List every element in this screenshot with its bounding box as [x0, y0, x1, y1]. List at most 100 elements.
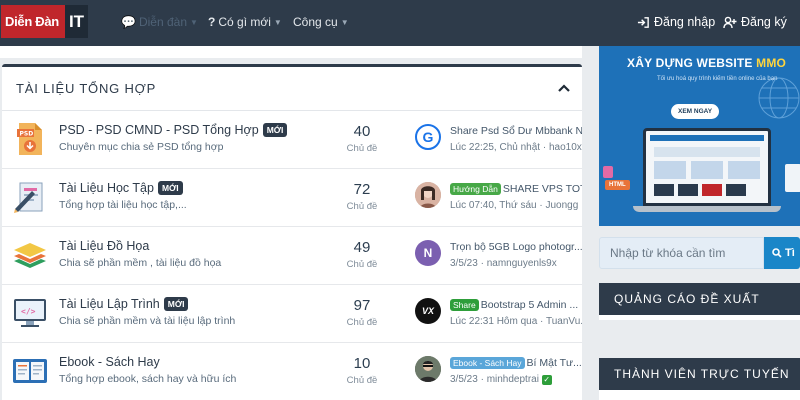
latest-post-meta: 3/5/23 · namnguyenls9x: [450, 258, 557, 269]
login-icon: [637, 16, 649, 28]
html-tag: HTML: [605, 180, 630, 190]
prefix-badge: Hướng Dẫn: [450, 183, 501, 195]
thread-count-value: 49: [353, 239, 371, 256]
chevron-down-icon: ▼: [273, 17, 282, 27]
new-badge: MỚI: [157, 181, 183, 195]
login-link[interactable]: Đăng nhập: [637, 15, 715, 29]
ad-title-main: XÂY DỰNG WEBSITE: [627, 56, 757, 70]
thread-count-label: Chủ đề: [346, 317, 378, 328]
avatar[interactable]: [415, 182, 441, 208]
forum-row[interactable]: PSD PSD - PSD CMND - PSD Tổng Hợp MỚI Ch…: [2, 111, 582, 169]
chevron-up-icon[interactable]: [558, 83, 570, 95]
thread-count-value: 10: [353, 355, 371, 372]
forum-row[interactable]: Tài Liệu Học Tập MỚI Tổng hợp tài liệu h…: [2, 169, 582, 227]
thread-count-value: 72: [353, 181, 371, 198]
svg-text:</>: </>: [21, 307, 36, 316]
register-label: Đăng ký: [741, 15, 787, 29]
logo-text: Diễn Đàn: [1, 5, 65, 38]
forum-row[interactable]: Ebook - Sách Hay Tổng hợp ebook, sách ha…: [2, 343, 582, 400]
latest-post-title[interactable]: Bootstrap 5 Admin ...: [481, 299, 578, 311]
forum-description: Tổng hợp tài liệu học tập,...: [59, 199, 187, 211]
decor-globe-icon: [758, 77, 800, 119]
nav-whats-new[interactable]: ? Có gì mới ▼: [208, 15, 282, 29]
ad-cta-button[interactable]: XEM NGAY: [671, 104, 720, 119]
nav-tools[interactable]: Công cụ ▼: [293, 15, 349, 29]
logo-it: IT: [65, 5, 88, 38]
latest-post-title[interactable]: Bí Mật Tư...: [527, 357, 582, 369]
recommended-ads-title: QUẢNG CÁO ĐỀ XUẤT: [599, 283, 800, 315]
ad-title-accent: MMO: [756, 56, 787, 70]
chevron-down-icon: ▼: [340, 17, 349, 27]
avatar[interactable]: [415, 356, 441, 382]
online-members-title: THÀNH VIÊN TRỰC TUYẾN: [599, 358, 800, 390]
forum-title[interactable]: Tài Liệu Học Tập: [59, 181, 154, 195]
search-input[interactable]: [599, 237, 764, 269]
avatar[interactable]: VX: [415, 298, 441, 324]
user-plus-icon: [723, 16, 737, 28]
thread-count-label: Chủ đề: [346, 259, 378, 270]
search-box: Tì: [599, 237, 800, 269]
latest-post-meta: Lúc 22:25, Chủ nhật · hao10xv: [450, 142, 582, 153]
register-link[interactable]: Đăng ký: [723, 15, 787, 29]
phone-icon: [785, 164, 800, 192]
sub-navigation-strip: [0, 46, 582, 58]
forum-row[interactable]: Tài Liệu Đồ Họa Chia sẽ phần mềm , tài l…: [2, 227, 582, 285]
thread-count: 72 Chủ đề: [332, 181, 392, 212]
new-badge: MỚI: [163, 297, 189, 311]
latest-post-meta: Lúc 07:40, Thứ sáu · Juongg: [450, 200, 579, 211]
psd-file-icon: PSD: [12, 121, 48, 157]
ad-banner[interactable]: XÂY DỰNG WEBSITE MMO Tối ưu hoá quy trìn…: [599, 46, 800, 226]
ad-subtitle: Tối ưu hoá quy trình kiếm tiền online củ…: [657, 76, 778, 82]
thread-count: 10 Chủ đề: [332, 355, 392, 386]
thread-count-label: Chủ đề: [346, 375, 378, 386]
search-button[interactable]: Tì: [764, 237, 800, 269]
nav-tools-label: Công cụ: [293, 15, 338, 29]
forum-category-block: TÀI LIỆU TỔNG HỢP PSD PSD - PSD CMND - P…: [2, 64, 582, 400]
thread-count: 97 Chủ đề: [332, 297, 392, 328]
nav-forums-label: Diễn đàn: [138, 15, 187, 29]
prefix-badge: Share: [450, 299, 479, 311]
forum-title[interactable]: Tài Liệu Lập Trình: [59, 297, 160, 311]
top-navigation: Diễn Đàn IT 💬 Diễn đàn ▼ ? Có gì mới ▼ C…: [0, 0, 800, 46]
thread-count: 49 Chủ đề: [332, 239, 392, 270]
forum-description: Chia sẽ phần mềm và tài liệu lập trình: [59, 315, 236, 327]
avatar[interactable]: G: [415, 124, 441, 150]
latest-post-meta: Lúc 22:31 Hôm qua · TuanVu.: [450, 316, 582, 327]
thread-count-label: Chủ đề: [346, 201, 378, 212]
forum-title[interactable]: PSD - PSD CMND - PSD Tổng Hợp: [59, 123, 259, 137]
open-book-icon: [12, 353, 48, 389]
forum-title[interactable]: Tài Liệu Đồ Họa: [59, 239, 149, 253]
thread-count-label: Chủ đề: [346, 143, 378, 154]
new-badge: MỚI: [262, 123, 288, 137]
forum-row[interactable]: </> Tài Liệu Lập Trình MỚI Chia sẽ phần …: [2, 285, 582, 343]
site-logo[interactable]: Diễn Đàn IT: [1, 5, 88, 38]
forum-description: Chia sẽ phần mềm , tài liệu đồ họa: [59, 257, 222, 269]
prefix-badge: Ebook - Sách Hay: [450, 357, 525, 369]
forum-description: Tổng hợp ebook, sách hay và hữu ích: [59, 373, 237, 385]
latest-post-title[interactable]: Share Psd Sổ Dư Mbbank N...: [450, 125, 582, 137]
latest-post-title[interactable]: Trọn bộ 5GB Logo photogr...: [450, 241, 582, 253]
online-members-block: THÀNH VIÊN TRỰC TUYẾN: [599, 358, 800, 400]
forum-title[interactable]: Ebook - Sách Hay: [59, 355, 160, 369]
nav-forums[interactable]: 💬 Diễn đàn ▼: [121, 15, 198, 29]
laptop-illustration: [633, 128, 781, 214]
decor-block-icon: [603, 166, 613, 178]
study-notes-icon: [12, 179, 48, 215]
nav-whats-new-label: Có gì mới: [218, 15, 271, 29]
thread-count-value: 40: [353, 123, 371, 140]
login-label: Đăng nhập: [654, 15, 716, 29]
avatar[interactable]: N: [415, 240, 441, 266]
recommended-ads-block: QUẢNG CÁO ĐỀ XUẤT: [599, 283, 800, 320]
chevron-down-icon: ▼: [190, 17, 198, 27]
svg-text:PSD: PSD: [20, 131, 34, 138]
layers-icon: [12, 237, 48, 273]
category-title: TÀI LIỆU TỔNG HỢP: [16, 81, 157, 96]
category-header: TÀI LIỆU TỔNG HỢP: [2, 67, 582, 111]
thread-count-value: 97: [353, 297, 371, 314]
forum-description: Chuyên mục chia sẻ PSD tổng hợp: [59, 141, 224, 153]
search-icon: [772, 248, 782, 258]
verified-check-icon: ✓: [541, 375, 552, 385]
latest-post-meta: 3/5/23 · minhdeptrai: [450, 374, 539, 385]
latest-post-title[interactable]: SHARE VPS TOT...: [503, 183, 582, 195]
search-button-label: Tì: [785, 247, 795, 259]
